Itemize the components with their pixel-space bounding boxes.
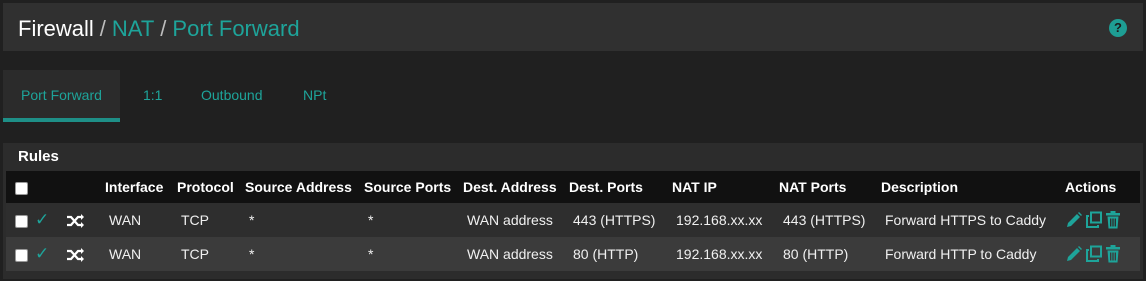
col-header-dest-ports[interactable]: Dest. Ports: [569, 171, 672, 203]
question-circle-icon[interactable]: ?: [1109, 19, 1127, 37]
col-header-protocol[interactable]: Protocol: [177, 171, 245, 203]
header-blank: [33, 171, 66, 203]
col-header-source-ports[interactable]: Source Ports: [364, 171, 463, 203]
cell-nat-ports: 80 (HTTP): [783, 246, 849, 262]
col-header-nat-ip[interactable]: NAT IP: [672, 171, 779, 203]
col-header-dest-address[interactable]: Dest. Address: [463, 171, 569, 203]
col-header-actions: Actions: [1065, 179, 1117, 195]
col-header-description[interactable]: Description: [881, 171, 1065, 203]
row-checkbox[interactable]: [15, 214, 28, 228]
row-checkbox[interactable]: [15, 248, 28, 262]
cell-nat-ip: 192.168.xx.xx: [676, 212, 763, 228]
tab-one-to-one[interactable]: 1:1: [143, 70, 162, 120]
row-select-cell: [6, 203, 33, 237]
row-select-cell: [6, 237, 33, 271]
breadcrumb-port-forward[interactable]: Port Forward: [172, 16, 299, 41]
trash-icon[interactable]: [1105, 211, 1121, 229]
cell-description: Forward HTTPS to Caddy: [885, 212, 1047, 228]
cell-nat-ports: 443 (HTTPS): [783, 212, 866, 228]
check-icon[interactable]: ✓: [33, 237, 66, 271]
shuffle-icon: [66, 203, 105, 237]
cell-dest-ports: 80 (HTTP): [573, 246, 639, 262]
breadcrumb-separator: /: [99, 16, 106, 41]
row-actions: [1065, 203, 1140, 237]
rules-table: Interface Protocol Source Address Source…: [6, 171, 1140, 271]
panel-title: Rules: [18, 148, 59, 165]
col-header-nat-ports[interactable]: NAT Ports: [779, 171, 881, 203]
shuffle-icon: [66, 237, 105, 271]
clone-icon[interactable]: [1085, 245, 1103, 263]
col-header-interface[interactable]: Interface: [105, 171, 177, 203]
cell-interface: WAN: [109, 246, 142, 262]
tab-port-forward[interactable]: Port Forward: [3, 70, 120, 122]
pencil-icon[interactable]: [1065, 245, 1083, 263]
cell-dest-address: WAN address: [467, 246, 553, 262]
cell-nat-ip: 192.168.xx.xx: [676, 246, 763, 262]
trash-icon[interactable]: [1105, 245, 1121, 263]
cell-protocol: TCP: [181, 212, 209, 228]
cell-protocol: TCP: [181, 246, 209, 262]
cell-source-ports: *: [368, 246, 374, 262]
tab-outbound[interactable]: Outbound: [201, 70, 263, 120]
table-header-row: Interface Protocol Source Address Source…: [6, 171, 1140, 203]
check-icon[interactable]: ✓: [33, 203, 66, 237]
row-actions: [1065, 237, 1140, 271]
col-header-source-address[interactable]: Source Address: [245, 171, 364, 203]
select-all-cell: [6, 171, 33, 203]
cell-dest-address: WAN address: [467, 212, 553, 228]
select-all-checkbox[interactable]: [15, 181, 28, 195]
rules-panel: Rules Interface Protocol Source Address …: [3, 143, 1143, 279]
breadcrumb-nat[interactable]: NAT: [112, 16, 154, 41]
table-row[interactable]: ✓ WAN TCP * * WAN address 443 (HTTPS) 19…: [6, 203, 1140, 237]
pencil-icon[interactable]: [1065, 211, 1083, 229]
cell-source-ports: *: [368, 212, 374, 228]
cell-source-address: *: [249, 246, 255, 262]
cell-description: Forward HTTP to Caddy: [885, 246, 1037, 262]
cell-interface: WAN: [109, 212, 142, 228]
cell-source-address: *: [249, 212, 255, 228]
breadcrumb: Firewall / NAT / Port Forward: [18, 16, 300, 42]
table-row[interactable]: ✓ WAN TCP * * WAN address 80 (HTTP) 192.…: [6, 237, 1140, 271]
cell-dest-ports: 443 (HTTPS): [573, 212, 656, 228]
page-header: Firewall / NAT / Port Forward ?: [3, 3, 1143, 51]
breadcrumb-firewall: Firewall: [18, 16, 94, 41]
tab-npt[interactable]: NPt: [303, 70, 326, 120]
header-blank: [66, 171, 105, 203]
clone-icon[interactable]: [1085, 211, 1103, 229]
breadcrumb-separator: /: [160, 16, 167, 41]
